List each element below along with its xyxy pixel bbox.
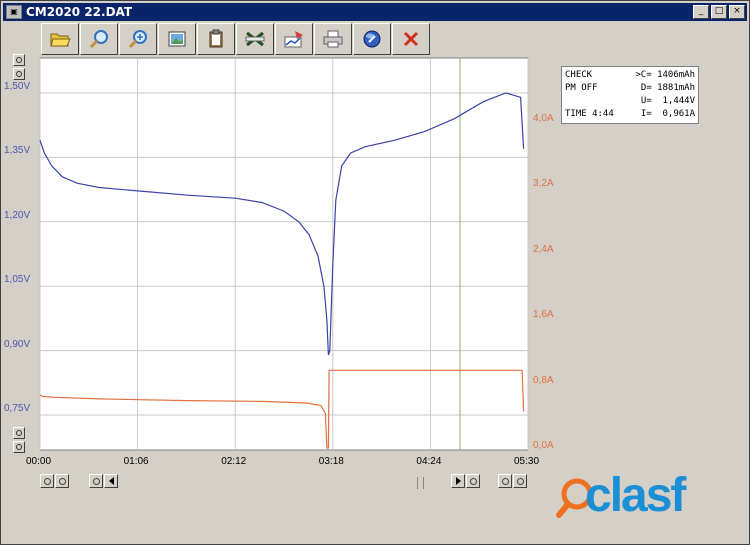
arrow-left-icon bbox=[108, 477, 114, 485]
plot-area bbox=[39, 57, 529, 451]
y-right-tick-label: 0,0A bbox=[533, 440, 554, 451]
info-label: CHECK bbox=[565, 70, 593, 80]
info-value: U= 1,444V bbox=[640, 96, 695, 106]
y-right-tick-label: 3,2A bbox=[533, 178, 554, 190]
scroll-left-button[interactable] bbox=[104, 474, 118, 488]
info-row-check: CHECK >C= 1406mAh bbox=[565, 69, 695, 82]
x-tick-label: 02:12 bbox=[221, 456, 247, 467]
zoom-dot-icon bbox=[43, 477, 51, 485]
x-tick-label: 05:30 bbox=[514, 456, 540, 467]
y-left-tick-label: 1,35V bbox=[4, 145, 31, 157]
x-zoom-out-button[interactable] bbox=[40, 474, 54, 488]
info-row-pm: PM OFF D= 1881mAh bbox=[565, 82, 695, 95]
y-left-tick-label: 1,05V bbox=[4, 274, 31, 286]
y-right-tick-label: 1,6A bbox=[533, 309, 554, 321]
x-tick-label: 04:24 bbox=[416, 456, 442, 467]
scroll-grip[interactable] bbox=[417, 477, 424, 489]
x-tick-label: 03:18 bbox=[318, 456, 344, 467]
x-extra-a-button[interactable] bbox=[498, 474, 512, 488]
info-value: D= 1881mAh bbox=[640, 83, 695, 93]
info-label: TIME 4:44 bbox=[565, 109, 614, 119]
x-tick-label: 01:06 bbox=[123, 456, 149, 467]
x-tick-label: 00:00 bbox=[26, 456, 52, 467]
arrow-right-icon bbox=[455, 477, 461, 485]
x-scroll-left-controls bbox=[89, 474, 118, 490]
x-scroll-right-controls bbox=[451, 474, 480, 490]
y-left-tick-label: 1,20V bbox=[4, 209, 31, 221]
y-left-tick-label: 0,75V bbox=[4, 403, 31, 414]
y-left-tick-label: 1,50V bbox=[4, 81, 31, 92]
info-label: PM OFF bbox=[565, 83, 598, 93]
x-zoom-controls bbox=[40, 474, 69, 490]
info-value: >C= 1406mAh bbox=[635, 70, 695, 80]
watermark-logo-text: clasf bbox=[585, 469, 686, 522]
info-value: I= 0,961A bbox=[640, 109, 695, 119]
y-right-tick-label: 2,4A bbox=[533, 243, 554, 255]
info-row-voltage: U= 1,444V bbox=[565, 95, 695, 108]
y-right-tick-label: 0,8A bbox=[533, 374, 554, 386]
x-extra-b-button[interactable] bbox=[513, 474, 527, 488]
zoom-dot-icon bbox=[58, 477, 66, 485]
zoom-dot-icon bbox=[92, 477, 100, 485]
zoom-dot-icon bbox=[501, 477, 509, 485]
y-right-tick-label: 4,0A bbox=[533, 113, 554, 124]
info-row-time: TIME 4:44 I= 0,961A bbox=[565, 108, 695, 121]
x-extra-controls bbox=[498, 474, 527, 490]
x-zoom-in-button[interactable] bbox=[55, 474, 69, 488]
zoom-dot-icon bbox=[469, 477, 477, 485]
scroll-right-button[interactable] bbox=[451, 474, 465, 488]
x-right-zoom-button[interactable] bbox=[466, 474, 480, 488]
info-panel: CHECK >C= 1406mAh PM OFF D= 1881mAh U= 1,4… bbox=[561, 66, 699, 124]
x-left-zoom-button[interactable] bbox=[89, 474, 103, 488]
y-left-tick-label: 0,90V bbox=[4, 338, 31, 350]
zoom-dot-icon bbox=[516, 477, 524, 485]
